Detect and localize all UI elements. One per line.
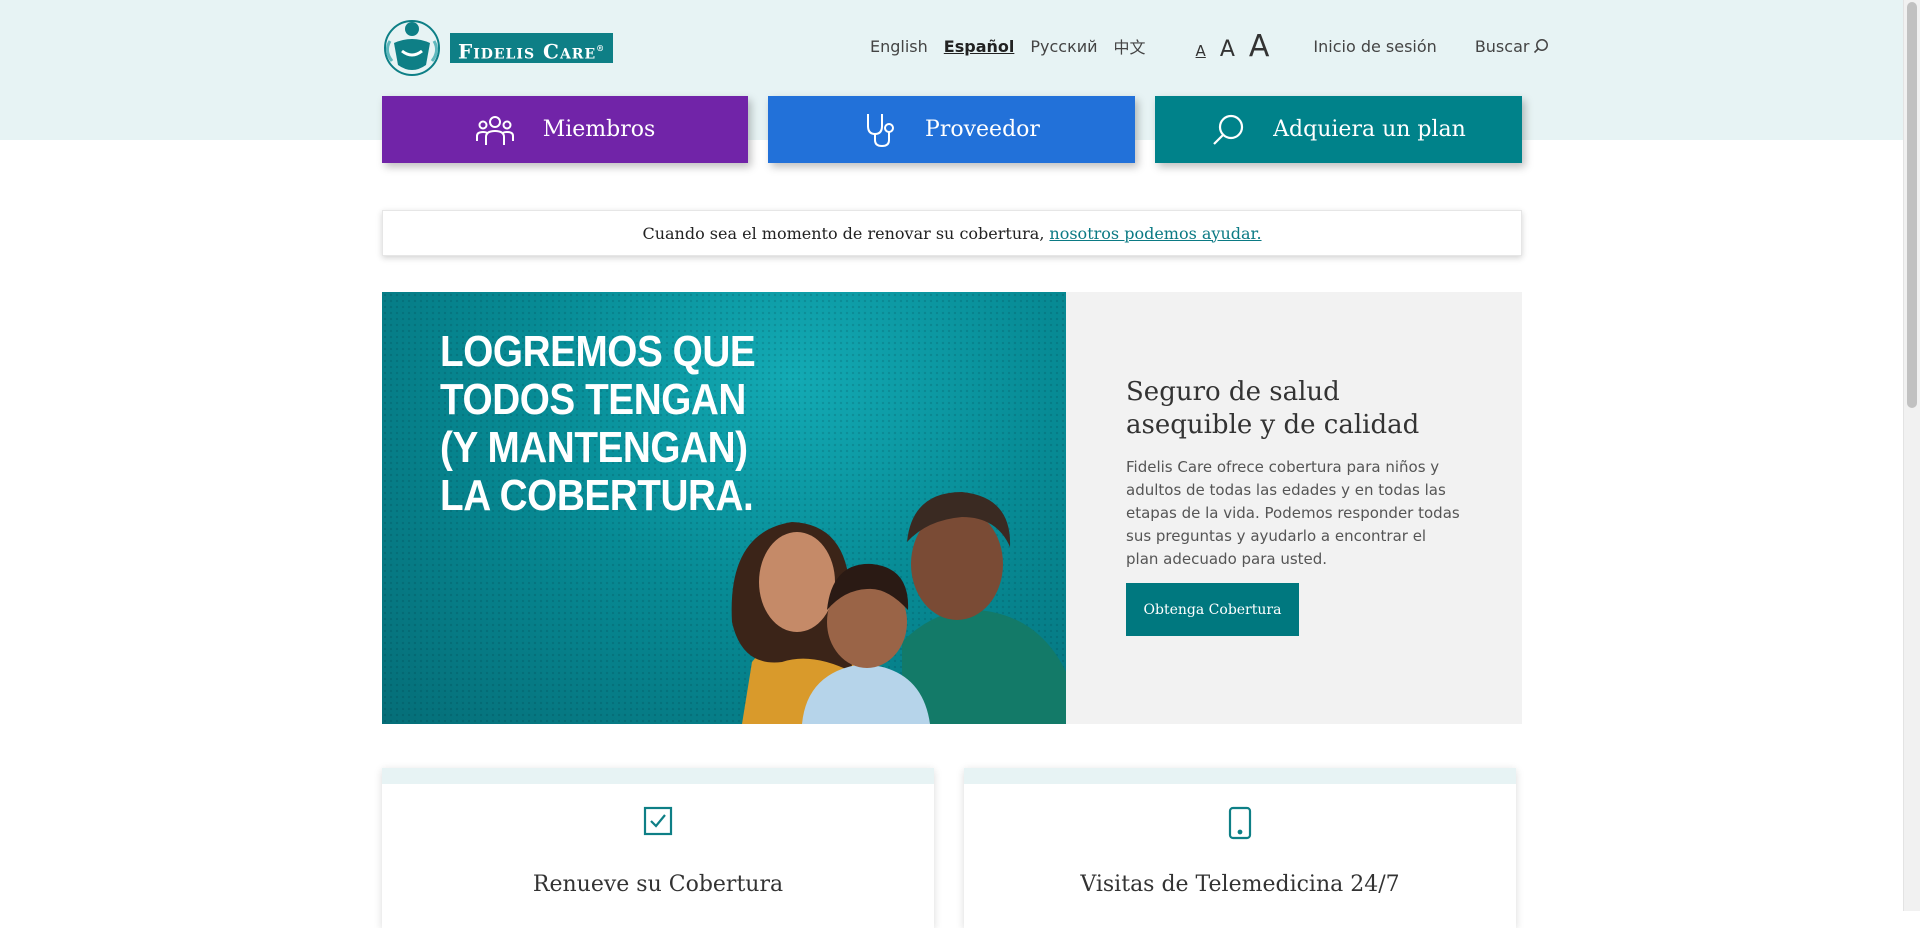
nav-provider-label: Proveedor — [925, 117, 1040, 142]
nav-members-button[interactable]: Miembros — [382, 96, 748, 163]
search-button[interactable]: Buscar — [1475, 37, 1550, 56]
alert-text: Cuando sea el momento de renovar su cobe… — [642, 223, 1045, 243]
lang-english[interactable]: English — [870, 37, 928, 56]
card-band — [964, 768, 1516, 784]
lang-espanol[interactable]: Español — [944, 37, 1015, 56]
renewal-alert: Cuando sea el momento de renovar su cobe… — [382, 210, 1522, 256]
text-size-medium[interactable]: A — [1220, 37, 1235, 62]
search-label: Buscar — [1474, 36, 1530, 56]
lang-chinese[interactable]: 中文 — [1114, 34, 1146, 58]
people-icon — [475, 115, 514, 145]
hero-body: Fidelis Care ofrece cobertura para niños… — [1126, 458, 1460, 568]
text-size-small[interactable]: A — [1196, 42, 1206, 60]
card-band — [382, 768, 934, 784]
hero-info-panel: Seguro de salud asequible y de calidad F… — [1066, 292, 1522, 724]
utility-bar: English Español Русский 中文 A A A Inicio … — [870, 28, 1549, 64]
logo[interactable]: Fidelis Care® — [382, 17, 614, 79]
get-coverage-button[interactable]: Obtenga Cobertura — [1126, 583, 1299, 636]
nav-plan-button[interactable]: Adquiera un plan — [1155, 96, 1522, 163]
page-scrollbar[interactable] — [1903, 0, 1920, 911]
nav-provider-button[interactable]: Proveedor — [768, 96, 1135, 163]
search-icon — [1213, 114, 1244, 145]
stethoscope-icon — [867, 113, 895, 147]
renew-coverage-card[interactable]: Renueve su Cobertura — [382, 768, 934, 928]
alert-help-link[interactable]: nosotros podemos ayudar. — [1049, 224, 1261, 243]
hero-banner: LOGREMOS QUE TODOS TENGAN (Y MANTENGAN) … — [382, 292, 1066, 724]
text-size-large[interactable]: A — [1249, 29, 1270, 64]
search-icon — [1534, 39, 1549, 54]
scrollbar-thumb[interactable] — [1907, 2, 1917, 408]
login-link[interactable]: Inicio de sesión — [1313, 37, 1436, 56]
mobile-phone-icon — [1228, 806, 1252, 840]
fidelis-logo-icon — [384, 20, 440, 76]
card-title: Renueve su Cobertura — [532, 872, 784, 897]
family-photo — [731, 492, 1066, 724]
card-title: Visitas de Telemedicina 24/7 — [1080, 872, 1400, 897]
hero-title: Seguro de salud asequible y de calidad — [1126, 377, 1420, 440]
checkbox-icon — [643, 806, 673, 836]
telemedicine-card[interactable]: Visitas de Telemedicina 24/7 — [964, 768, 1516, 928]
text-size-controls: A A A — [1196, 29, 1270, 64]
nav-members-label: Miembros — [542, 117, 656, 142]
nav-plan-label: Adquiera un plan — [1273, 117, 1466, 142]
lang-russian[interactable]: Русский — [1030, 37, 1097, 56]
logo-wordmark: Fidelis Care® — [450, 33, 614, 64]
